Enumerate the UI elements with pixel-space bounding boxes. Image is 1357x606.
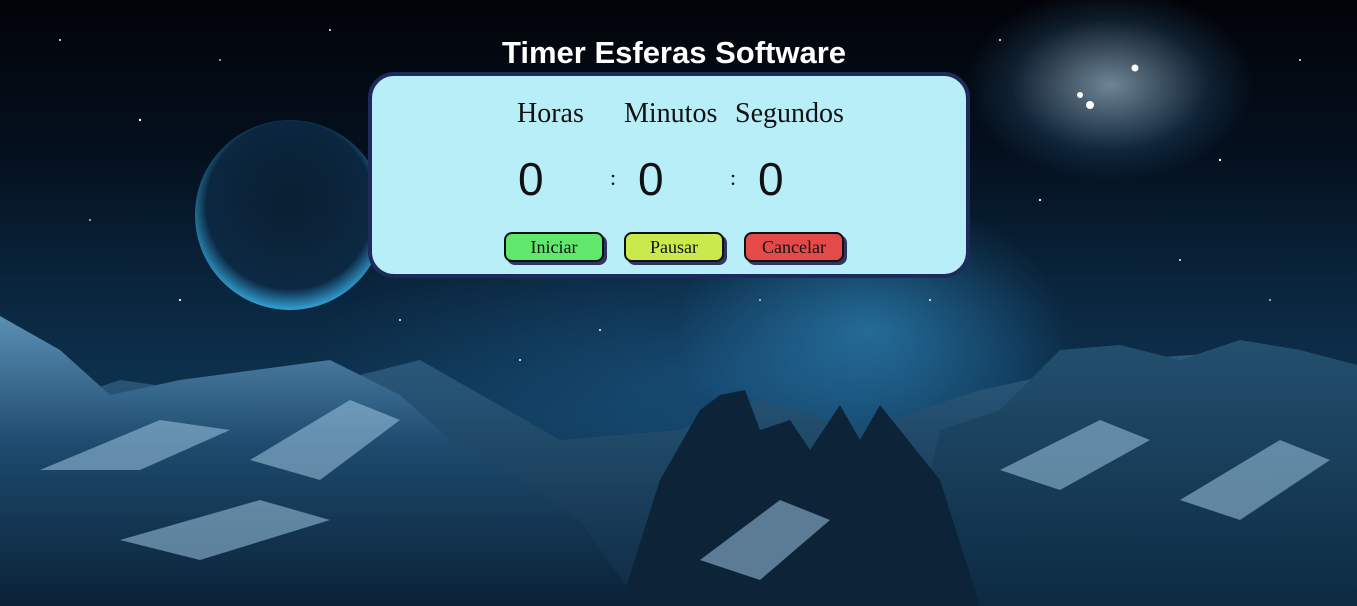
hours-label: Horas bbox=[517, 98, 584, 129]
start-button[interactable]: Iniciar bbox=[504, 232, 604, 262]
minutes-label: Minutos bbox=[624, 98, 718, 129]
timer-panel: Horas Minutos Segundos 0 : 0 : 0 Iniciar… bbox=[368, 72, 970, 278]
pause-button[interactable]: Pausar bbox=[624, 232, 724, 262]
cancel-button[interactable]: Cancelar bbox=[744, 232, 844, 262]
seconds-label: Segundos bbox=[735, 98, 844, 129]
hours-value: 0 bbox=[518, 153, 544, 205]
page-title: Timer Esferas Software bbox=[501, 34, 847, 70]
seconds-value: 0 bbox=[758, 153, 784, 205]
separator-colon: : bbox=[730, 165, 737, 190]
minutes-value: 0 bbox=[638, 153, 664, 205]
separator-colon: : bbox=[610, 165, 617, 190]
